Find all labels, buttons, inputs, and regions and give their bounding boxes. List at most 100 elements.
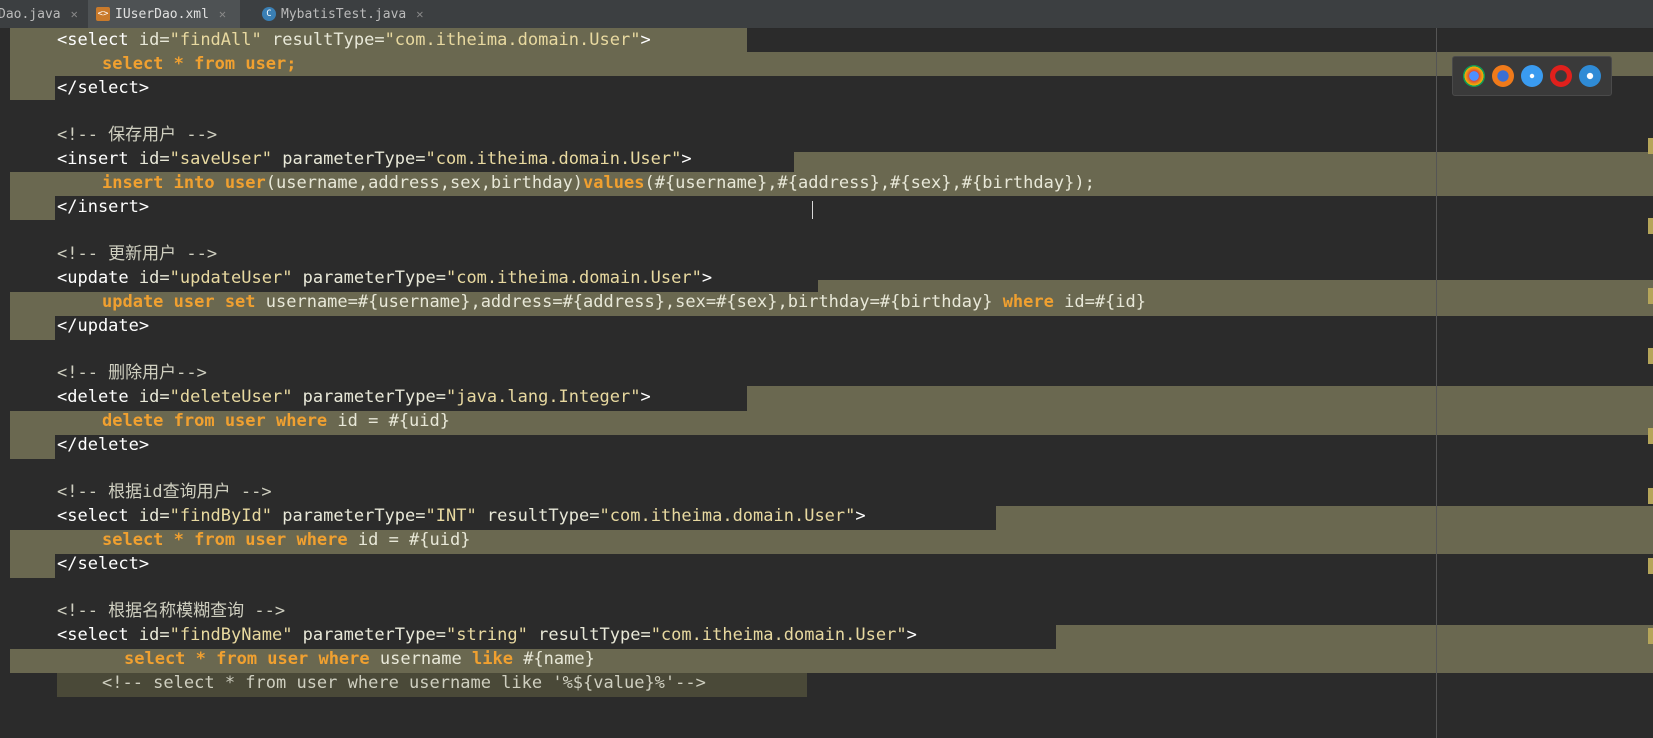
code-token: id = #{uid}: [357, 529, 471, 550]
code-token: >: [640, 387, 651, 407]
code-token: </insert>: [57, 196, 150, 217]
code-token: values: [583, 172, 645, 193]
code-line[interactable]: <!-- 根据id查询用户 -->: [57, 480, 272, 504]
code-token: >: [855, 506, 866, 526]
marker: [1648, 428, 1653, 444]
code-line[interactable]: <select id="findByName" parameterType="s…: [57, 623, 917, 647]
opera-icon[interactable]: [1550, 65, 1573, 87]
code-line[interactable]: <insert id="saveUser" parameterType="com…: [57, 147, 692, 171]
code-token: where: [1002, 291, 1065, 312]
code-editor[interactable]: <select id="findAll" resultType="com.ith…: [0, 28, 1653, 738]
right-margin-guide: [1436, 28, 1437, 738]
marker: [1648, 138, 1653, 154]
highlight-band: [10, 76, 55, 100]
highlight-band: [996, 506, 1653, 530]
code-token: <update: [57, 268, 139, 288]
code-token: parameterType=: [292, 268, 446, 288]
code-line[interactable]: <!-- 更新用户 -->: [57, 242, 217, 266]
code-token: id=: [138, 506, 170, 526]
highlight-band: [10, 435, 55, 459]
code-line[interactable]: select * from user where id = #{uid}: [102, 528, 470, 552]
code-token: "findByName": [169, 625, 293, 645]
editor-tab-bar: Dao.java ✕ <> IUserDao.xml ✕ C MybatisTe…: [0, 0, 1653, 29]
browser-preview-bar: [1452, 56, 1612, 96]
code-token: resultType=: [261, 30, 385, 50]
code-token: "java.lang.Integer": [445, 387, 641, 407]
code-line[interactable]: <!-- 删除用户-->: [57, 361, 207, 385]
code-line[interactable]: update user set username=#{username},add…: [102, 290, 1146, 314]
gutter: [0, 28, 8, 738]
code-line[interactable]: <!-- 保存用户 -->: [57, 123, 217, 147]
code-token: username=#{username},address=#{address},…: [265, 291, 1003, 312]
code-token: parameterType=: [292, 387, 446, 407]
code-line[interactable]: </select>: [57, 552, 149, 576]
marker: [1648, 348, 1653, 364]
code-line[interactable]: <delete id="deleteUser" parameterType="j…: [57, 385, 651, 409]
code-token: "INT": [425, 506, 477, 526]
code-token: <!-- select * from user where username l…: [102, 672, 706, 693]
close-icon[interactable]: ✕: [219, 7, 226, 21]
code-token: "findAll": [169, 30, 262, 50]
code-line[interactable]: </update>: [57, 314, 149, 338]
code-token: parameterType=: [292, 625, 446, 645]
close-icon[interactable]: ✕: [416, 7, 423, 21]
code-token: <delete: [57, 387, 139, 407]
code-line[interactable]: <select id="findById" parameterType="INT…: [57, 504, 866, 528]
code-token: <!-- 保存用户 -->: [57, 125, 218, 146]
code-line[interactable]: </delete>: [57, 433, 149, 457]
code-line[interactable]: <select id="findAll" resultType="com.ith…: [57, 28, 651, 52]
code-token: <select: [57, 625, 139, 645]
ie-icon[interactable]: [1579, 65, 1602, 87]
code-line[interactable]: select * from user where username like #…: [124, 647, 595, 671]
code-token: "updateUser": [169, 268, 293, 288]
highlight-band: [1056, 625, 1653, 649]
code-line[interactable]: delete from user where id = #{uid}: [102, 409, 450, 433]
highlight-band: [747, 386, 1653, 412]
code-token: <select: [57, 506, 139, 526]
code-token: <!-- 更新用户 -->: [57, 244, 218, 265]
safari-icon[interactable]: [1520, 65, 1543, 87]
code-line[interactable]: <!-- select * from user where username l…: [102, 671, 706, 695]
code-token: id=: [138, 149, 170, 169]
code-token: >: [681, 149, 692, 169]
code-token: </update>: [57, 315, 150, 336]
code-token: parameterType=: [271, 506, 426, 526]
code-token: select * from user where: [102, 529, 358, 550]
code-token: "string": [445, 625, 528, 645]
code-token: update user set: [102, 291, 266, 312]
tab-mybatistest-java[interactable]: C MybatisTest.java ✕: [254, 0, 438, 28]
tab-iuserdao-xml[interactable]: <> IUserDao.xml ✕: [88, 0, 240, 28]
code-token: </delete>: [57, 434, 150, 455]
code-line[interactable]: </select>: [57, 76, 149, 100]
code-token: "com.itheima.domain.User": [650, 625, 907, 645]
code-line[interactable]: select * from user;: [102, 52, 297, 76]
firefox-icon[interactable]: [1491, 65, 1514, 87]
code-token: <insert: [57, 149, 139, 169]
code-line[interactable]: </insert>: [57, 195, 149, 219]
code-token: >: [640, 30, 651, 50]
code-token: "com.itheima.domain.User": [445, 268, 702, 288]
code-token: "saveUser": [169, 149, 272, 169]
close-icon[interactable]: ✕: [71, 7, 78, 21]
highlight-band: [10, 554, 55, 578]
code-token: resultType=: [476, 506, 600, 526]
tab-label: IUserDao.xml: [115, 6, 209, 22]
code-token: "com.itheima.domain.User": [599, 506, 856, 526]
code-line[interactable]: <!-- 根据名称模糊查询 -->: [57, 599, 285, 623]
code-token: select: [102, 53, 174, 74]
code-line[interactable]: insert into user(username,address,sex,bi…: [102, 171, 1095, 195]
code-token: *: [173, 53, 195, 74]
code-line[interactable]: <update id="updateUser" parameterType="c…: [57, 266, 712, 290]
code-token: id=: [138, 625, 170, 645]
code-token: </select>: [57, 553, 150, 574]
code-token: delete from user where: [102, 410, 338, 431]
code-token: <select: [57, 30, 139, 50]
chrome-icon[interactable]: [1462, 65, 1485, 87]
code-token: "findById": [169, 506, 272, 526]
code-token: id=: [138, 268, 170, 288]
tab-dao-java[interactable]: Dao.java ✕: [0, 0, 82, 28]
code-token: id=: [138, 387, 170, 407]
code-token: id = #{uid}: [337, 410, 450, 431]
code-token: "com.itheima.domain.User": [425, 149, 682, 169]
code-token: <!-- 根据名称模糊查询 -->: [57, 601, 286, 622]
